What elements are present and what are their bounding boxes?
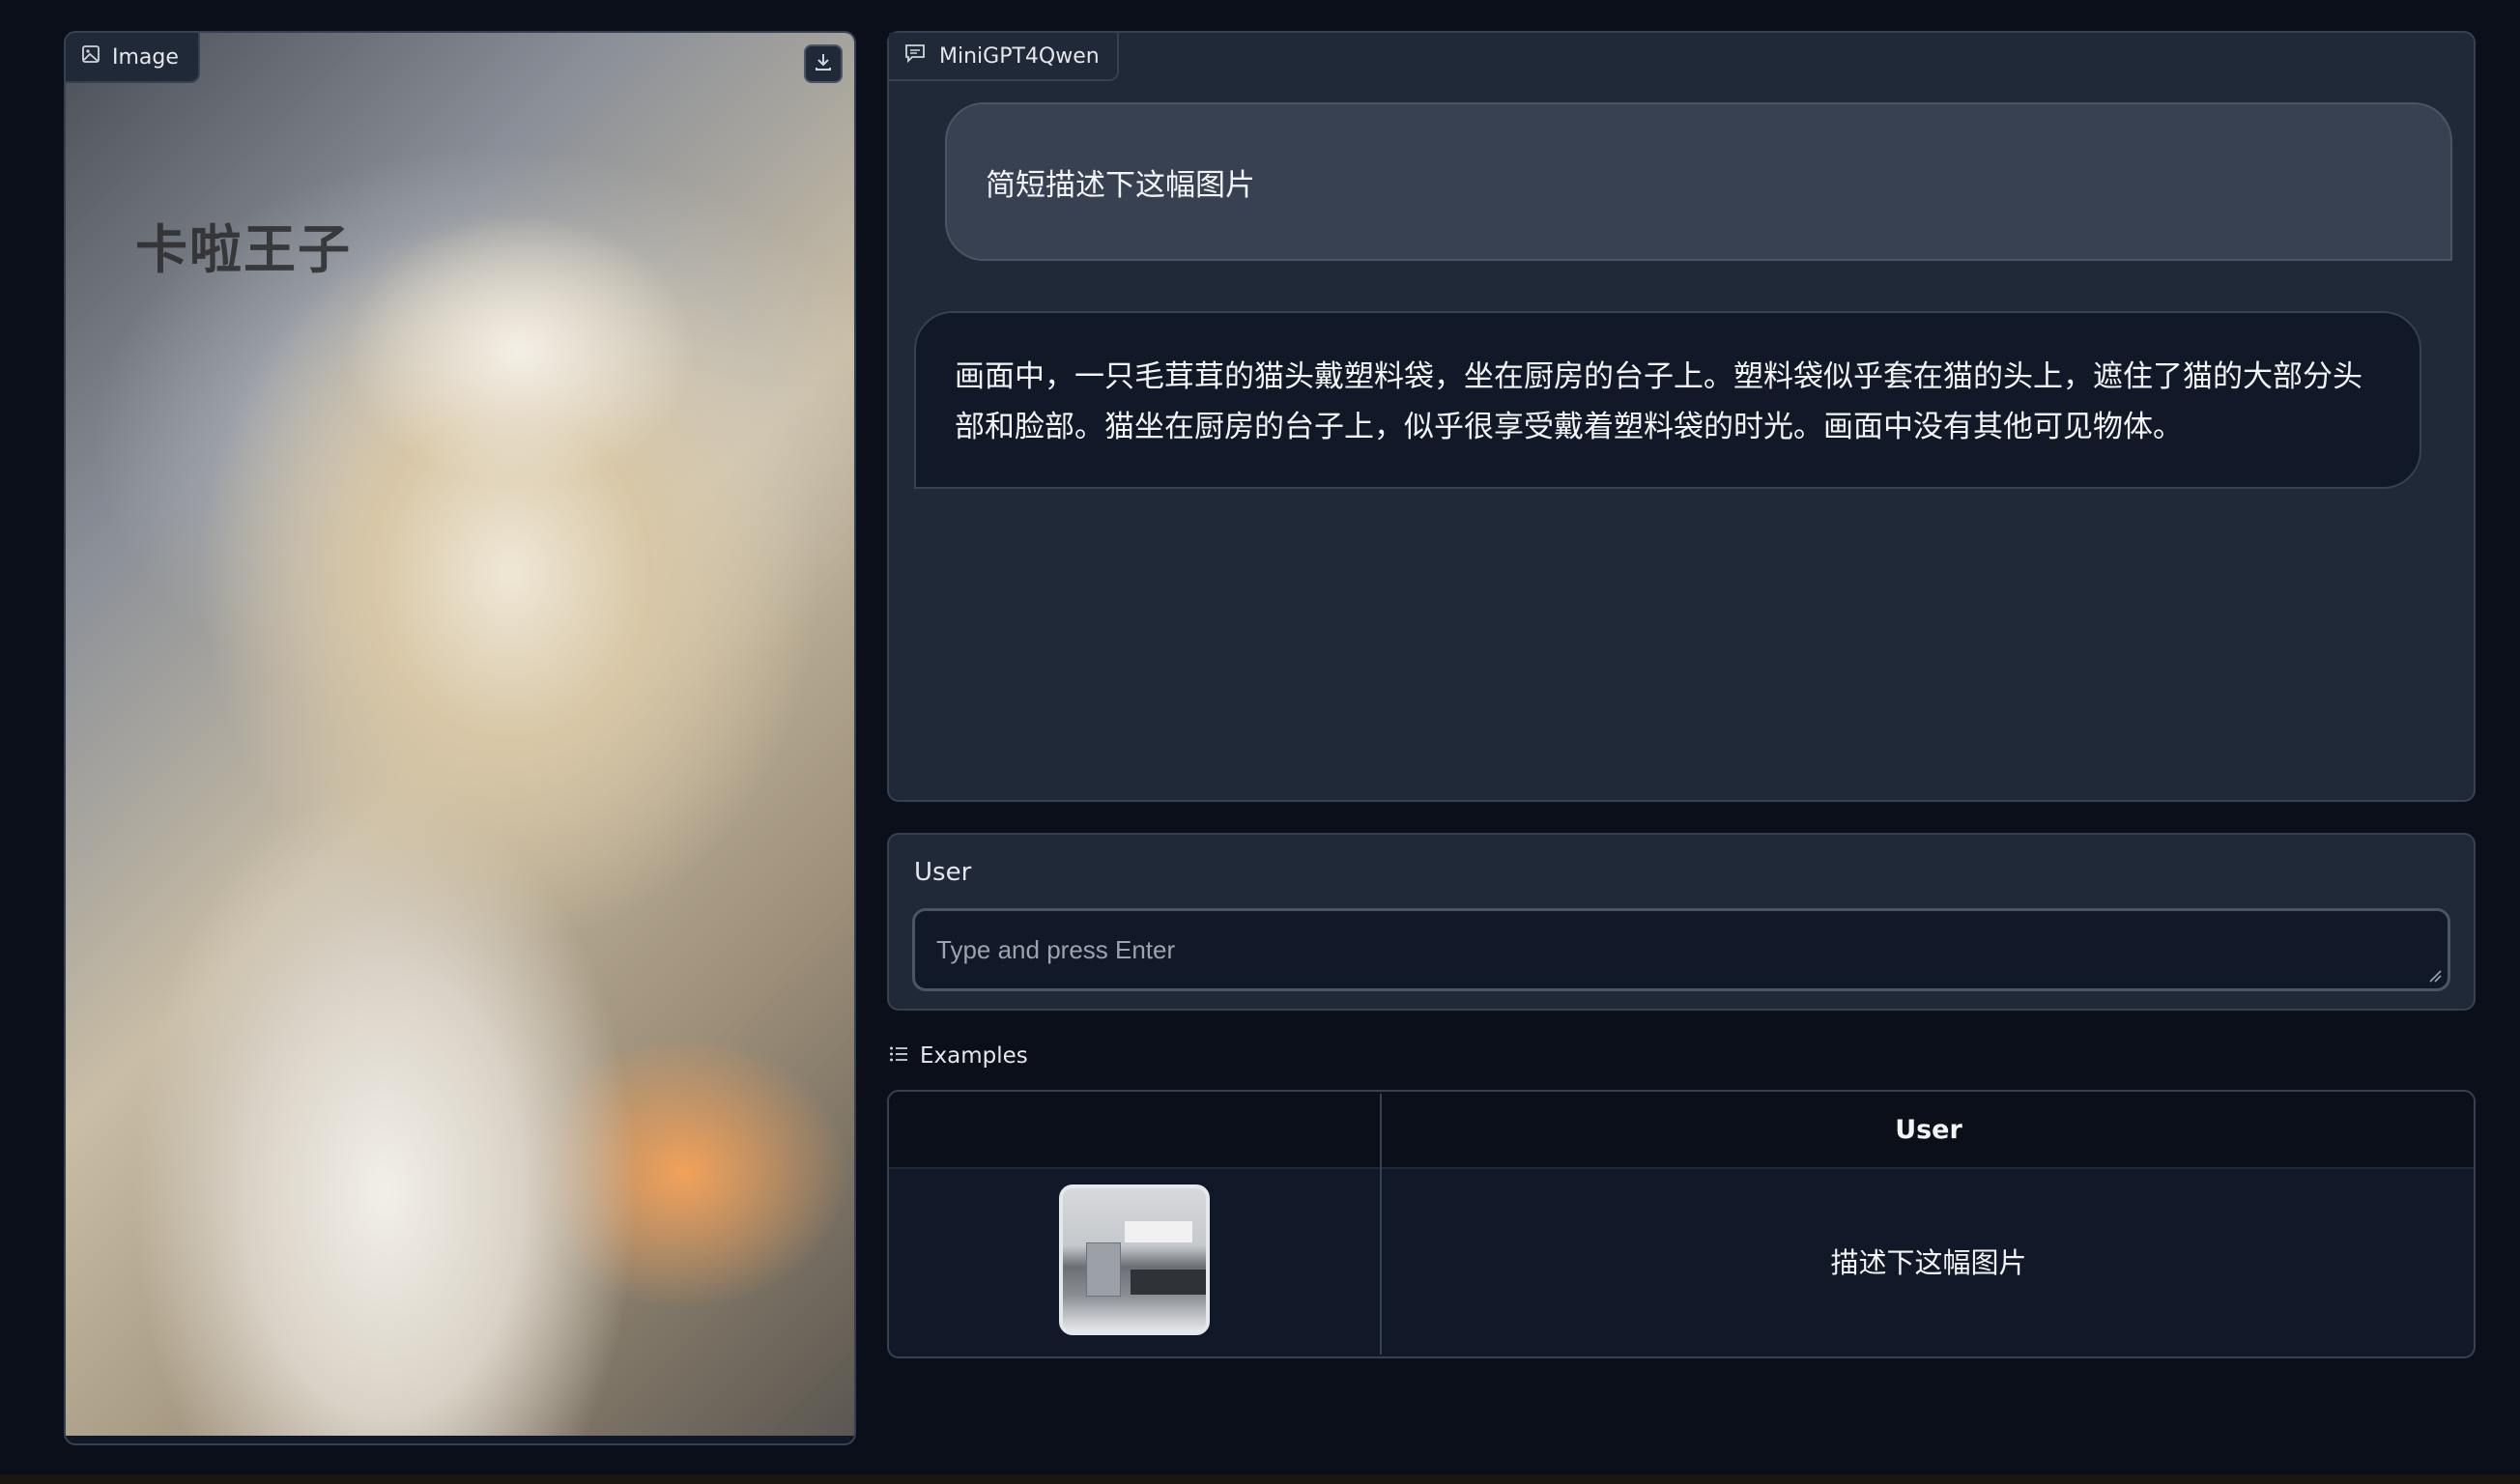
image-label: Image	[66, 33, 200, 83]
image-icon	[81, 44, 100, 70]
chat-icon	[904, 43, 926, 69]
examples-column-user: User	[1895, 1114, 1962, 1145]
bot-message: 画面中，一只毛茸茸的猫头戴塑料袋，坐在厨房的台子上。塑料袋似乎套在猫的头上，遮住…	[914, 311, 2421, 489]
bot-message-text: 画面中，一只毛茸茸的猫头戴塑料袋，坐在厨房的台子上。塑料袋似乎套在猫的头上，遮住…	[955, 359, 2362, 444]
user-input-field[interactable]: Type and press Enter	[912, 908, 2450, 991]
chatbot-label-text: MiniGPT4Qwen	[939, 43, 1100, 69]
user-input-placeholder: Type and press Enter	[936, 934, 1176, 964]
photo-sign-text: 卡啦王子	[135, 218, 352, 280]
example-text[interactable]: 描述下这幅图片	[1382, 1169, 2474, 1353]
example-image-thumbnail[interactable]	[1059, 1184, 1210, 1335]
uploaded-image: 卡啦王子	[66, 33, 854, 1436]
thumbnail-fridge	[1086, 1242, 1121, 1297]
image-label-text: Image	[112, 44, 179, 70]
download-icon	[813, 51, 834, 76]
chatbot-label: MiniGPT4Qwen	[889, 33, 1119, 81]
download-button[interactable]	[804, 44, 843, 83]
thumbnail-cabinet	[1125, 1221, 1192, 1242]
user-input-panel: User Type and press Enter	[887, 833, 2476, 1011]
list-icon	[889, 1043, 908, 1069]
user-message-text: 简短描述下这幅图片	[986, 167, 1255, 203]
chatbot-panel: MiniGPT4Qwen 简短描述下这幅图片 画面中，一只毛茸茸的猫头戴塑料袋，…	[887, 31, 2476, 802]
bottom-strip	[0, 1474, 2520, 1484]
thumbnail-counter	[1131, 1270, 1206, 1295]
examples-label: Examples	[920, 1043, 1028, 1069]
examples-header: Examples	[889, 1043, 1028, 1069]
user-message: 简短描述下这幅图片	[945, 102, 2452, 261]
user-input-label: User	[914, 858, 972, 887]
examples-table: User 描述下这幅图片	[887, 1090, 2476, 1358]
resize-grip-icon[interactable]	[2428, 969, 2442, 983]
image-panel: 卡啦王子 Image	[64, 31, 856, 1445]
